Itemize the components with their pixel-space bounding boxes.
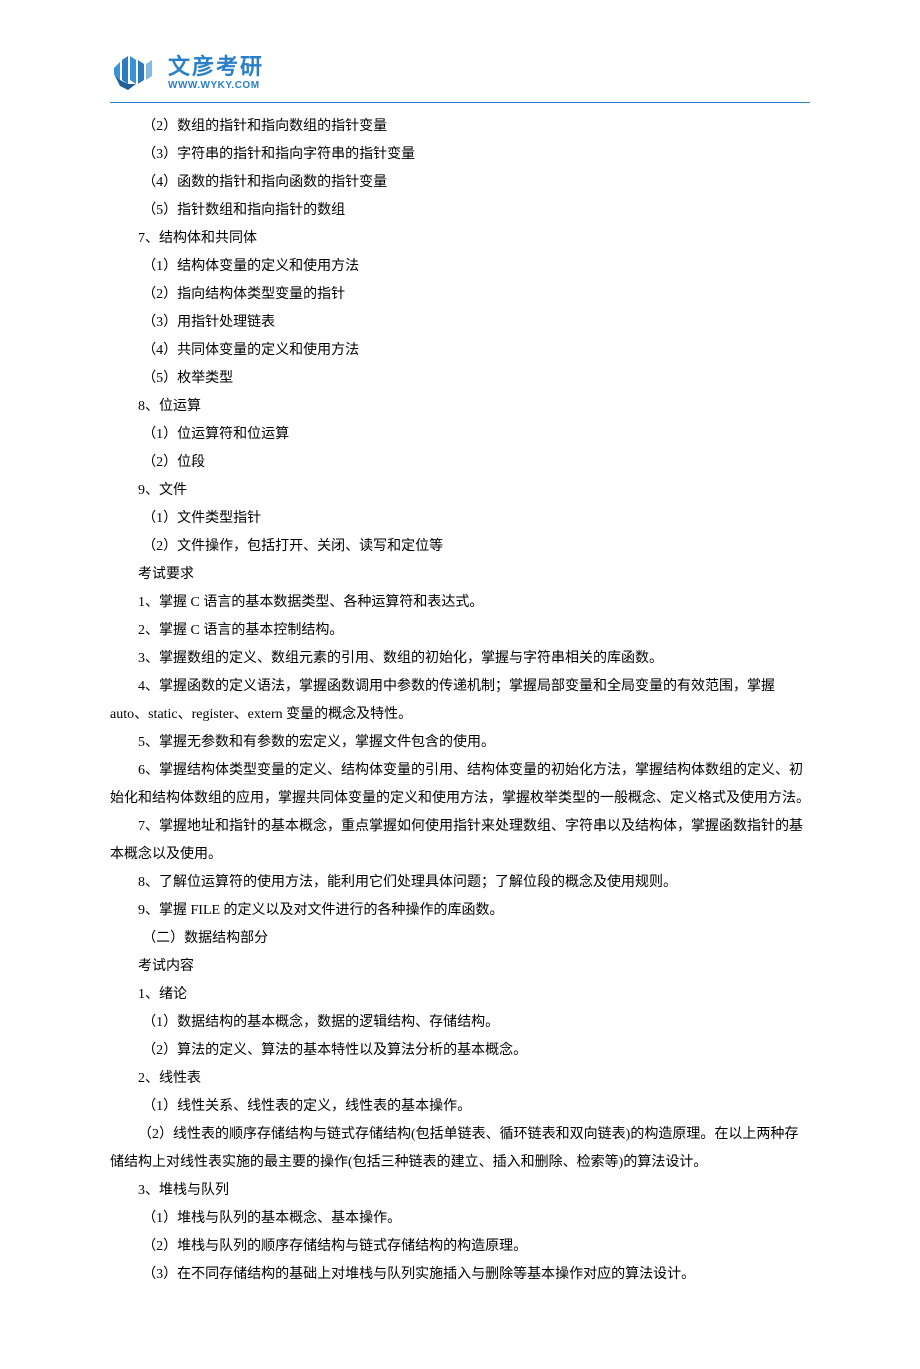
body-line: （5）指针数组和指向指针的数组 <box>110 197 810 225</box>
body-line: 8、位运算 <box>110 393 810 421</box>
logo-text-block: 文彦考研 WWW.WYKY.COM <box>168 55 264 90</box>
body-line: 1、掌握 C 语言的基本数据类型、各种运算符和表达式。 <box>110 589 810 617</box>
body-line: 5、掌握无参数和有参数的宏定义，掌握文件包含的使用。 <box>110 729 810 757</box>
body-line: （4）共同体变量的定义和使用方法 <box>110 337 810 365</box>
body-line: （2）位段 <box>110 449 810 477</box>
body-line: （2）数组的指针和指向数组的指针变量 <box>110 113 810 141</box>
body-line: 2、掌握 C 语言的基本控制结构。 <box>110 617 810 645</box>
body-line: （3）字符串的指针和指向字符串的指针变量 <box>110 141 810 169</box>
body-line: （二）数据结构部分 <box>110 925 810 953</box>
logo-area: 文彦考研 WWW.WYKY.COM <box>110 50 810 96</box>
body-line: （1）数据结构的基本概念，数据的逻辑结构、存储结构。 <box>110 1009 810 1037</box>
body-line: （2）文件操作，包括打开、关闭、读写和定位等 <box>110 533 810 561</box>
document-body: （2）数组的指针和指向数组的指针变量（3）字符串的指针和指向字符串的指针变量（4… <box>110 113 810 1289</box>
body-line: （2）堆栈与队列的顺序存储结构与链式存储结构的构造原理。 <box>110 1233 810 1261</box>
body-line: （4）函数的指针和指向函数的指针变量 <box>110 169 810 197</box>
body-line: 4、掌握函数的定义语法，掌握函数调用中参数的传递机制；掌握局部变量和全局变量的有… <box>110 673 810 729</box>
body-line: （3）在不同存储结构的基础上对堆栈与队列实施插入与删除等基本操作对应的算法设计。 <box>110 1261 810 1289</box>
logo-icon <box>110 50 162 96</box>
body-line: 7、掌握地址和指针的基本概念，重点掌握如何使用指针来处理数组、字符串以及结构体，… <box>110 813 810 869</box>
body-line: （3）用指针处理链表 <box>110 309 810 337</box>
body-line: （2）算法的定义、算法的基本特性以及算法分析的基本概念。 <box>110 1037 810 1065</box>
body-line: （1）堆栈与队列的基本概念、基本操作。 <box>110 1205 810 1233</box>
body-line: 考试要求 <box>110 561 810 589</box>
body-line: 3、掌握数组的定义、数组元素的引用、数组的初始化，掌握与字符串相关的库函数。 <box>110 645 810 673</box>
body-line: （2）线性表的顺序存储结构与链式存储结构(包括单链表、循环链表和双向链表)的构造… <box>110 1121 810 1177</box>
body-line: 6、掌握结构体类型变量的定义、结构体变量的引用、结构体变量的初始化方法，掌握结构… <box>110 757 810 813</box>
body-line: 2、线性表 <box>110 1065 810 1093</box>
body-line: （5）枚举类型 <box>110 365 810 393</box>
logo-en: WWW.WYKY.COM <box>168 81 264 91</box>
body-line: （1）位运算符和位运算 <box>110 421 810 449</box>
body-line: （1）线性关系、线性表的定义，线性表的基本操作。 <box>110 1093 810 1121</box>
page: 文彦考研 WWW.WYKY.COM （2）数组的指针和指向数组的指针变量（3）字… <box>0 0 920 1369</box>
body-line: 3、堆栈与队列 <box>110 1177 810 1205</box>
header-divider <box>110 102 810 103</box>
logo-cn: 文彦考研 <box>168 55 264 79</box>
body-line: 9、文件 <box>110 477 810 505</box>
body-line: （1）文件类型指针 <box>110 505 810 533</box>
body-line: 8、了解位运算符的使用方法，能利用它们处理具体问题；了解位段的概念及使用规则。 <box>110 869 810 897</box>
body-line: （2）指向结构体类型变量的指针 <box>110 281 810 309</box>
body-line: 7、结构体和共同体 <box>110 225 810 253</box>
body-line: 考试内容 <box>110 953 810 981</box>
body-line: （1）结构体变量的定义和使用方法 <box>110 253 810 281</box>
body-line: 9、掌握 FILE 的定义以及对文件进行的各种操作的库函数。 <box>110 897 810 925</box>
body-line: 1、绪论 <box>110 981 810 1009</box>
